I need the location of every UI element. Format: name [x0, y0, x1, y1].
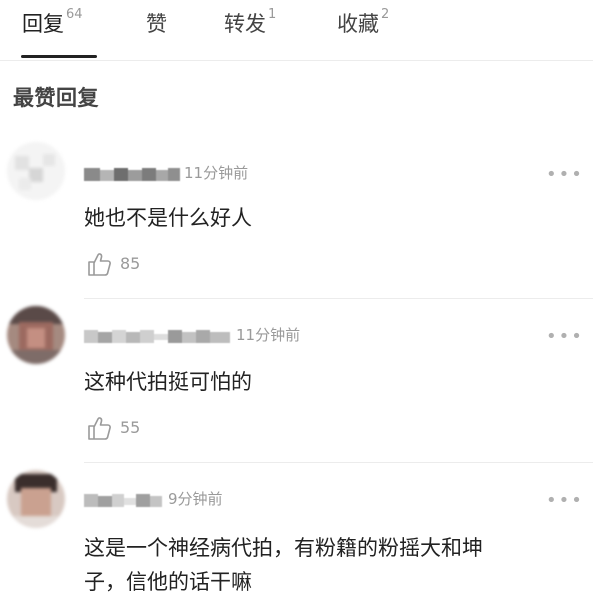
comment-content-line: 子，信他的话干嘛 [84, 570, 252, 594]
comment-time: 11分钟前 [184, 164, 249, 182]
avatar[interactable] [7, 306, 65, 364]
like-count: 55 [120, 418, 141, 437]
tab-favorites-label: 收藏 [337, 12, 379, 36]
comment-content: 这是一个神经病代拍，有粉籍的粉摇大和坤 子，信他的话干嘛 [84, 531, 584, 599]
blurred-name-image [84, 330, 230, 343]
like-count: 85 [120, 254, 141, 273]
comment-divider [84, 462, 593, 463]
comment-content: 她也不是什么好人 [84, 206, 252, 230]
username-blurred[interactable] [84, 326, 230, 346]
tab-likes[interactable]: 赞 [146, 8, 167, 38]
more-options-icon[interactable]: ••• [546, 166, 584, 184]
comment-time: 9分钟前 [168, 490, 223, 508]
avatar-image [7, 306, 65, 364]
username-blurred[interactable] [84, 490, 162, 510]
blurred-name-image [84, 494, 162, 507]
tab-reposts[interactable]: 转发 1 [224, 7, 277, 38]
active-tab-indicator [21, 55, 97, 58]
blurred-name-image [84, 168, 180, 181]
tab-reposts-count: 1 [268, 7, 277, 22]
avatar[interactable] [7, 470, 65, 528]
more-options-icon[interactable]: ••• [546, 328, 584, 346]
comment-time: 11分钟前 [236, 326, 301, 344]
thumbs-up-icon [88, 417, 111, 440]
more-options-icon[interactable]: ••• [546, 492, 584, 510]
tab-replies-label: 回复 [22, 12, 64, 36]
tab-replies[interactable]: 回复 64 [22, 7, 83, 38]
comment-content: 这种代拍挺可怕的 [84, 370, 252, 394]
tab-favorites[interactable]: 收藏 2 [337, 7, 390, 38]
tab-reposts-label: 转发 [224, 12, 266, 36]
tab-likes-label: 赞 [146, 12, 167, 36]
avatar[interactable] [7, 142, 65, 200]
thumbs-up-icon [88, 253, 111, 276]
avatar-image [7, 470, 65, 528]
section-title: 最赞回复 [13, 86, 99, 110]
tab-bar: 回复 64 赞 转发 1 收藏 2 [0, 0, 593, 61]
username-blurred[interactable] [84, 164, 180, 184]
comment-content-line: 这是一个神经病代拍，有粉籍的粉摇大和坤 [84, 536, 483, 560]
tab-replies-count: 64 [66, 7, 83, 22]
tab-favorites-count: 2 [381, 7, 390, 22]
avatar-image [7, 142, 65, 200]
comment-divider [84, 298, 593, 299]
